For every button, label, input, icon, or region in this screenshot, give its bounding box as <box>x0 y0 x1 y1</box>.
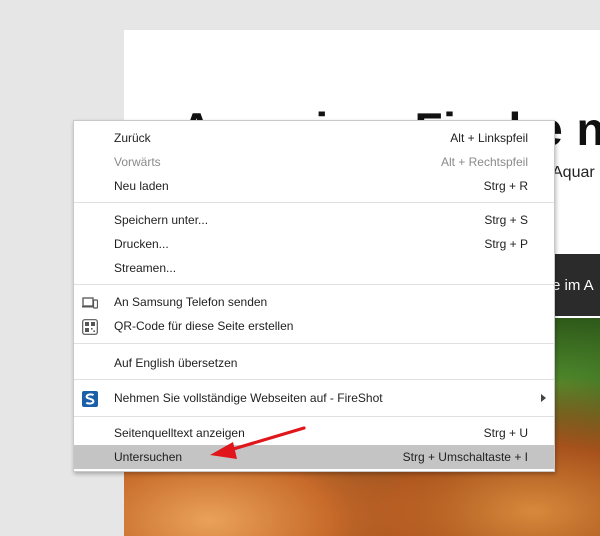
page-subtitle: Aquar <box>552 164 595 181</box>
menu-item-label: Untersuchen <box>114 450 183 464</box>
menu-item-label: Streamen... <box>114 261 177 275</box>
nav-link[interactable]: e im A <box>552 277 594 294</box>
fireshot-icon <box>82 391 98 407</box>
menu-item-shortcut: Strg + P <box>484 237 528 251</box>
annotation-arrow-icon <box>210 426 306 459</box>
menu-item-cast[interactable]: Streamen... <box>74 256 554 280</box>
menu-item-reload[interactable]: Neu laden Strg + R <box>74 174 554 198</box>
menu-item-fireshot[interactable]: Nehmen Sie vollständige Webseiten auf - … <box>74 386 554 410</box>
menu-separator <box>74 284 554 285</box>
menu-item-label: Neu laden <box>114 179 169 193</box>
menu-item-send-to-device[interactable]: An Samsung Telefon senden <box>74 290 554 314</box>
qr-code-icon <box>82 319 98 335</box>
menu-item-label: An Samsung Telefon senden <box>114 295 268 309</box>
menu-item-inspect[interactable]: Untersuchen Strg + Umschaltaste + I <box>74 445 554 469</box>
menu-item-shortcut: Strg + S <box>484 213 528 227</box>
menu-item-label: Drucken... <box>114 237 169 251</box>
menu-item-shortcut: Alt + Linkspfeil <box>450 131 528 145</box>
menu-item-shortcut: Strg + R <box>483 179 528 193</box>
menu-item-label: Vorwärts <box>114 155 161 169</box>
menu-item-shortcut: Strg + Umschaltaste + I <box>402 450 528 464</box>
menu-item-label: Nehmen Sie vollständige Webseiten auf - … <box>114 391 383 405</box>
chevron-right-icon <box>541 394 546 402</box>
menu-separator <box>74 202 554 203</box>
menu-item-label: Speichern unter... <box>114 213 209 227</box>
send-to-device-icon <box>82 297 98 309</box>
menu-item-shortcut: Alt + Rechtspfeil <box>440 155 528 169</box>
context-menu: Zurück Alt + Linkspfeil Vorwärts Alt + R… <box>73 120 555 472</box>
menu-item-translate[interactable]: Auf English übersetzen <box>74 351 554 375</box>
menu-item-label: Zurück <box>114 131 151 145</box>
menu-item-label: QR-Code für diese Seite erstellen <box>114 319 294 333</box>
menu-separator <box>74 416 554 417</box>
menu-item-shortcut: Strg + U <box>483 426 528 440</box>
menu-item-label: Auf English übersetzen <box>114 356 238 370</box>
menu-item-print[interactable]: Drucken... Strg + P <box>74 232 554 256</box>
menu-item-back[interactable]: Zurück Alt + Linkspfeil <box>74 126 554 150</box>
menu-item-save-as[interactable]: Speichern unter... Strg + S <box>74 208 554 232</box>
menu-item-forward[interactable]: Vorwärts Alt + Rechtspfeil <box>74 150 554 174</box>
menu-item-view-source[interactable]: Seitenquelltext anzeigen Strg + U <box>74 421 554 445</box>
menu-separator <box>74 343 554 344</box>
menu-item-qr-code[interactable]: QR-Code für diese Seite erstellen <box>74 314 554 338</box>
menu-separator <box>74 379 554 380</box>
